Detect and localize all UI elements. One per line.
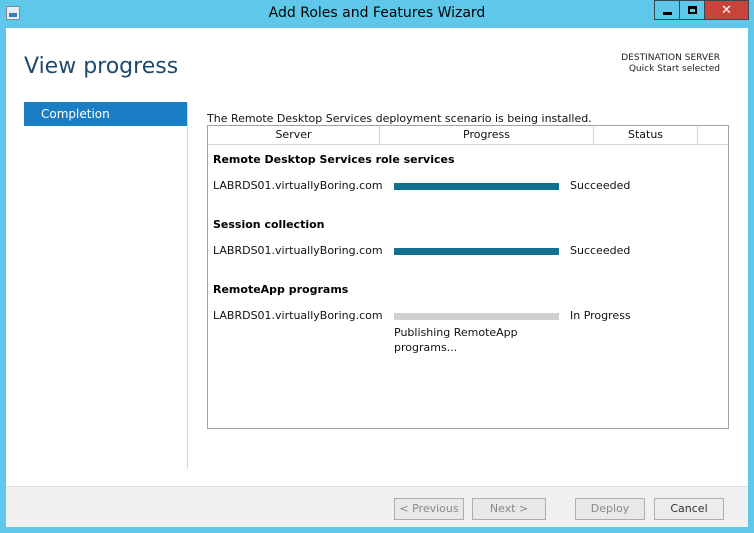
window-title: Add Roles and Features Wizard — [268, 5, 486, 21]
column-header-server[interactable]: Server — [208, 126, 380, 144]
sidebar-item-completion[interactable]: Completion — [24, 102, 187, 126]
group-title: RemoteApp programs — [213, 283, 349, 296]
destination-server-info: DESTINATION SERVER Quick Start selected — [621, 53, 720, 75]
table-header: Server Progress Status — [208, 126, 728, 145]
group-title: Remote Desktop Services role services — [213, 153, 455, 166]
deploy-button[interactable]: Deploy — [575, 498, 645, 520]
cancel-button[interactable]: Cancel — [654, 498, 724, 520]
progress-table: Server Progress Status Remote Desktop Se… — [207, 125, 729, 429]
close-button[interactable]: ✕ — [704, 0, 749, 20]
server-name: LABRDS01.virtuallyBoring.com — [213, 244, 383, 257]
close-icon: ✕ — [721, 2, 732, 18]
destination-server-value: Quick Start selected — [628, 64, 720, 74]
column-header-status[interactable]: Status — [594, 126, 698, 144]
progress-fill — [394, 183, 559, 190]
status-text: Succeeded — [570, 179, 631, 192]
wizard-window: Add Roles and Features Wizard ✕ View pro… — [0, 0, 754, 533]
previous-button[interactable]: < Previous — [394, 498, 464, 520]
column-header-progress[interactable]: Progress — [380, 126, 594, 144]
wizard-steps-sidebar: Completion — [24, 102, 187, 469]
server-name: LABRDS01.virtuallyBoring.com — [213, 179, 383, 192]
column-header-extra[interactable] — [698, 126, 728, 144]
wizard-footer: < Previous Next > Deploy Cancel — [6, 486, 748, 527]
status-text: In Progress — [570, 309, 631, 322]
progress-bar — [394, 183, 559, 190]
progress-bar — [394, 313, 559, 320]
page-title: View progress — [24, 54, 179, 79]
progress-detail-text: Publishing RemoteApp programs... — [394, 326, 518, 354]
status-text: Succeeded — [570, 244, 631, 257]
maximize-button[interactable] — [679, 0, 705, 20]
destination-server-label: DESTINATION SERVER — [621, 53, 720, 63]
server-name: LABRDS01.virtuallyBoring.com — [213, 309, 383, 322]
title-bar[interactable]: Add Roles and Features Wizard ✕ — [0, 0, 754, 27]
group-title: Session collection — [213, 218, 325, 231]
progress-fill — [394, 248, 559, 255]
minimize-button[interactable] — [654, 0, 680, 20]
sidebar-divider — [187, 102, 188, 469]
progress-bar — [394, 248, 559, 255]
maximize-icon — [687, 6, 697, 14]
minimize-icon — [662, 11, 672, 15]
intro-text: The Remote Desktop Services deployment s… — [207, 112, 592, 125]
next-button[interactable]: Next > — [472, 498, 546, 520]
wizard-content: View progress DESTINATION SERVER Quick S… — [6, 28, 748, 527]
